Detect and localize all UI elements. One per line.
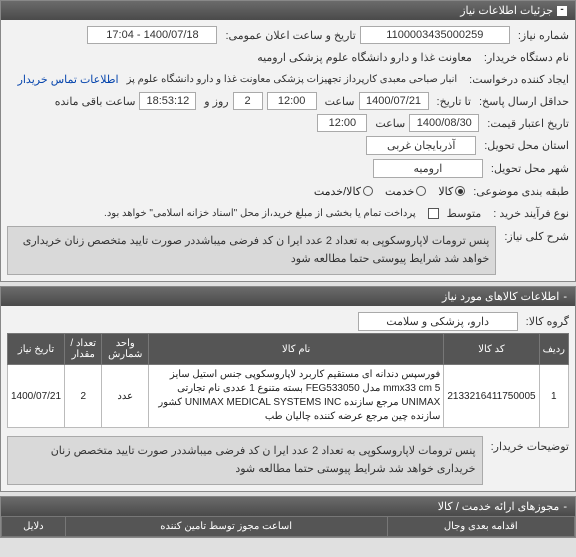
permissions-panel: - مجوزهای ارائه خدمت / کالا اقدامه بعدی … — [0, 496, 576, 538]
cell-date: 1400/07/21 — [8, 365, 65, 428]
need-details-panel: - جزئیات اطلاعات نیاز شماره نیاز: 110000… — [0, 0, 576, 282]
countdown-timer: 18:53:12 — [139, 92, 196, 110]
cell-name: فورسپس دندانه ای مستقیم کاربرد لاپاروسکو… — [149, 365, 444, 428]
need-number-value: 1100003435000259 — [360, 26, 510, 44]
days-label: روز و — [200, 95, 228, 108]
col-date: تاریخ نیاز — [8, 334, 65, 365]
col-qty: تعداد / مقدار — [65, 334, 102, 365]
buyer-note-text: پنس ترومات لاپاروسکوپی به تعداد 2 عدد ای… — [7, 436, 483, 485]
goods-header[interactable]: - اطلاعات کالاهای مورد نیاز — [1, 287, 575, 306]
buyer-note-label: توضیحات خریدار: — [487, 436, 569, 453]
collapse-icon[interactable]: - — [557, 6, 567, 16]
goods-panel: - اطلاعات کالاهای مورد نیاز گروه کالا: د… — [0, 286, 576, 492]
collapse-icon[interactable]: - — [563, 501, 567, 513]
radio-dot-icon — [416, 186, 426, 196]
buyer-contact-link[interactable]: اطلاعات تماس خریدار — [18, 73, 119, 86]
valid-price-date: 1400/08/30 — [409, 114, 479, 132]
radio-service-label: خدمت — [385, 185, 414, 198]
need-details-body: شماره نیاز: 1100003435000259 تاریخ و ساع… — [1, 20, 575, 281]
days-value: 2 — [233, 92, 263, 110]
valid-price-time: 12:00 — [317, 114, 367, 132]
time-label-1: ساعت — [321, 95, 355, 108]
permissions-body: اقدامه بعدی وجال اساعت مجوز توسط تامین ک… — [1, 516, 575, 537]
creator-label: ایجاد کننده درخواست: — [465, 73, 569, 86]
radio-dot-icon — [455, 186, 465, 196]
cell-idx: 1 — [539, 365, 568, 428]
time-label-2: ساعت — [371, 117, 405, 130]
col-code: کد کالا — [444, 334, 539, 365]
footer-col-2: اساعت مجوز توسط تامین کننده — [65, 517, 387, 537]
table-row[interactable]: 1 2133216411750005 فورسپس دندانه ای مستق… — [8, 365, 569, 428]
footer-col-1: اقدامه بعدی وجال — [387, 517, 574, 537]
city-value: ارومیه — [373, 159, 483, 178]
buyer-org-value: معاونت غذا و دارو دانشگاه علوم پزشکی ارو… — [253, 51, 476, 64]
permissions-table: اقدامه بعدی وجال اساعت مجوز توسط تامین ک… — [1, 516, 575, 537]
radio-goods[interactable]: کالا — [438, 185, 465, 198]
permissions-title: مجوزهای ارائه خدمت / کالا — [438, 500, 560, 513]
col-unit: واحد شمارش — [102, 334, 149, 365]
need-details-header[interactable]: - جزئیات اطلاعات نیاز — [1, 1, 575, 20]
buy-process-value: متوسط — [443, 207, 486, 220]
cell-unit: عدد — [102, 365, 149, 428]
footer-col-3: دلایل — [2, 517, 66, 537]
cell-qty: 2 — [65, 365, 102, 428]
radio-service[interactable]: خدمت — [385, 185, 426, 198]
desc-label: شرح کلی نیاز: — [500, 226, 569, 243]
payment-checkbox[interactable] — [428, 208, 439, 219]
city-label: شهر محل تحویل: — [487, 162, 569, 175]
deadline-label: حداقل ارسال پاسخ: — [475, 95, 569, 108]
goods-body: گروه کالا: دارو، پزشکی و سلامت ردیف کد ک… — [1, 306, 575, 491]
radio-goods-label: کالا — [438, 185, 453, 198]
remaining-label: ساعت باقی مانده — [51, 95, 136, 108]
category-label: طبقه بندی موضوعی: — [469, 185, 569, 198]
radio-both-label: کالا/خدمت — [314, 185, 361, 198]
goods-panel-title: اطلاعات کالاهای مورد نیاز — [442, 290, 559, 303]
payment-note: پرداخت تمام یا بخشی از مبلغ خرید،از محل … — [100, 208, 420, 219]
col-idx: ردیف — [539, 334, 568, 365]
group-value: دارو، پزشکی و سلامت — [358, 312, 518, 331]
announce-date-label: تاریخ و ساعت اعلان عمومی: — [221, 29, 355, 42]
col-name: نام کالا — [149, 334, 444, 365]
radio-both[interactable]: کالا/خدمت — [314, 185, 373, 198]
goods-table: ردیف کد کالا نام کالا واحد شمارش تعداد /… — [7, 333, 569, 428]
desc-text: پنس ترومات لاپاروسکوپی به تعداد 2 عدد ای… — [7, 226, 496, 275]
group-label: گروه کالا: — [522, 315, 569, 328]
province-label: استان محل تحویل: — [480, 139, 569, 152]
creator-value: انبار صباحی معبدی کارپرداز تجهیزات پزشکی… — [123, 74, 462, 85]
need-number-label: شماره نیاز: — [514, 29, 569, 42]
deadline-time: 12:00 — [267, 92, 317, 110]
to-label: تا تاریخ: — [433, 95, 471, 108]
valid-price-label: تاریخ اعتبار قیمت: — [483, 117, 569, 130]
buyer-org-label: نام دستگاه خریدار: — [480, 51, 569, 64]
deadline-date: 1400/07/21 — [359, 92, 429, 110]
buy-process-label: نوع فرآیند خرید : — [489, 207, 569, 220]
panel-title: جزئیات اطلاعات نیاز — [460, 4, 553, 17]
province-value: آذربایجان غربی — [366, 136, 476, 155]
announce-date-value: 1400/07/18 - 17:04 — [87, 26, 217, 44]
permissions-header[interactable]: - مجوزهای ارائه خدمت / کالا — [1, 497, 575, 516]
cell-code: 2133216411750005 — [444, 365, 539, 428]
radio-dot-icon — [363, 186, 373, 196]
collapse-icon[interactable]: - — [563, 291, 567, 303]
